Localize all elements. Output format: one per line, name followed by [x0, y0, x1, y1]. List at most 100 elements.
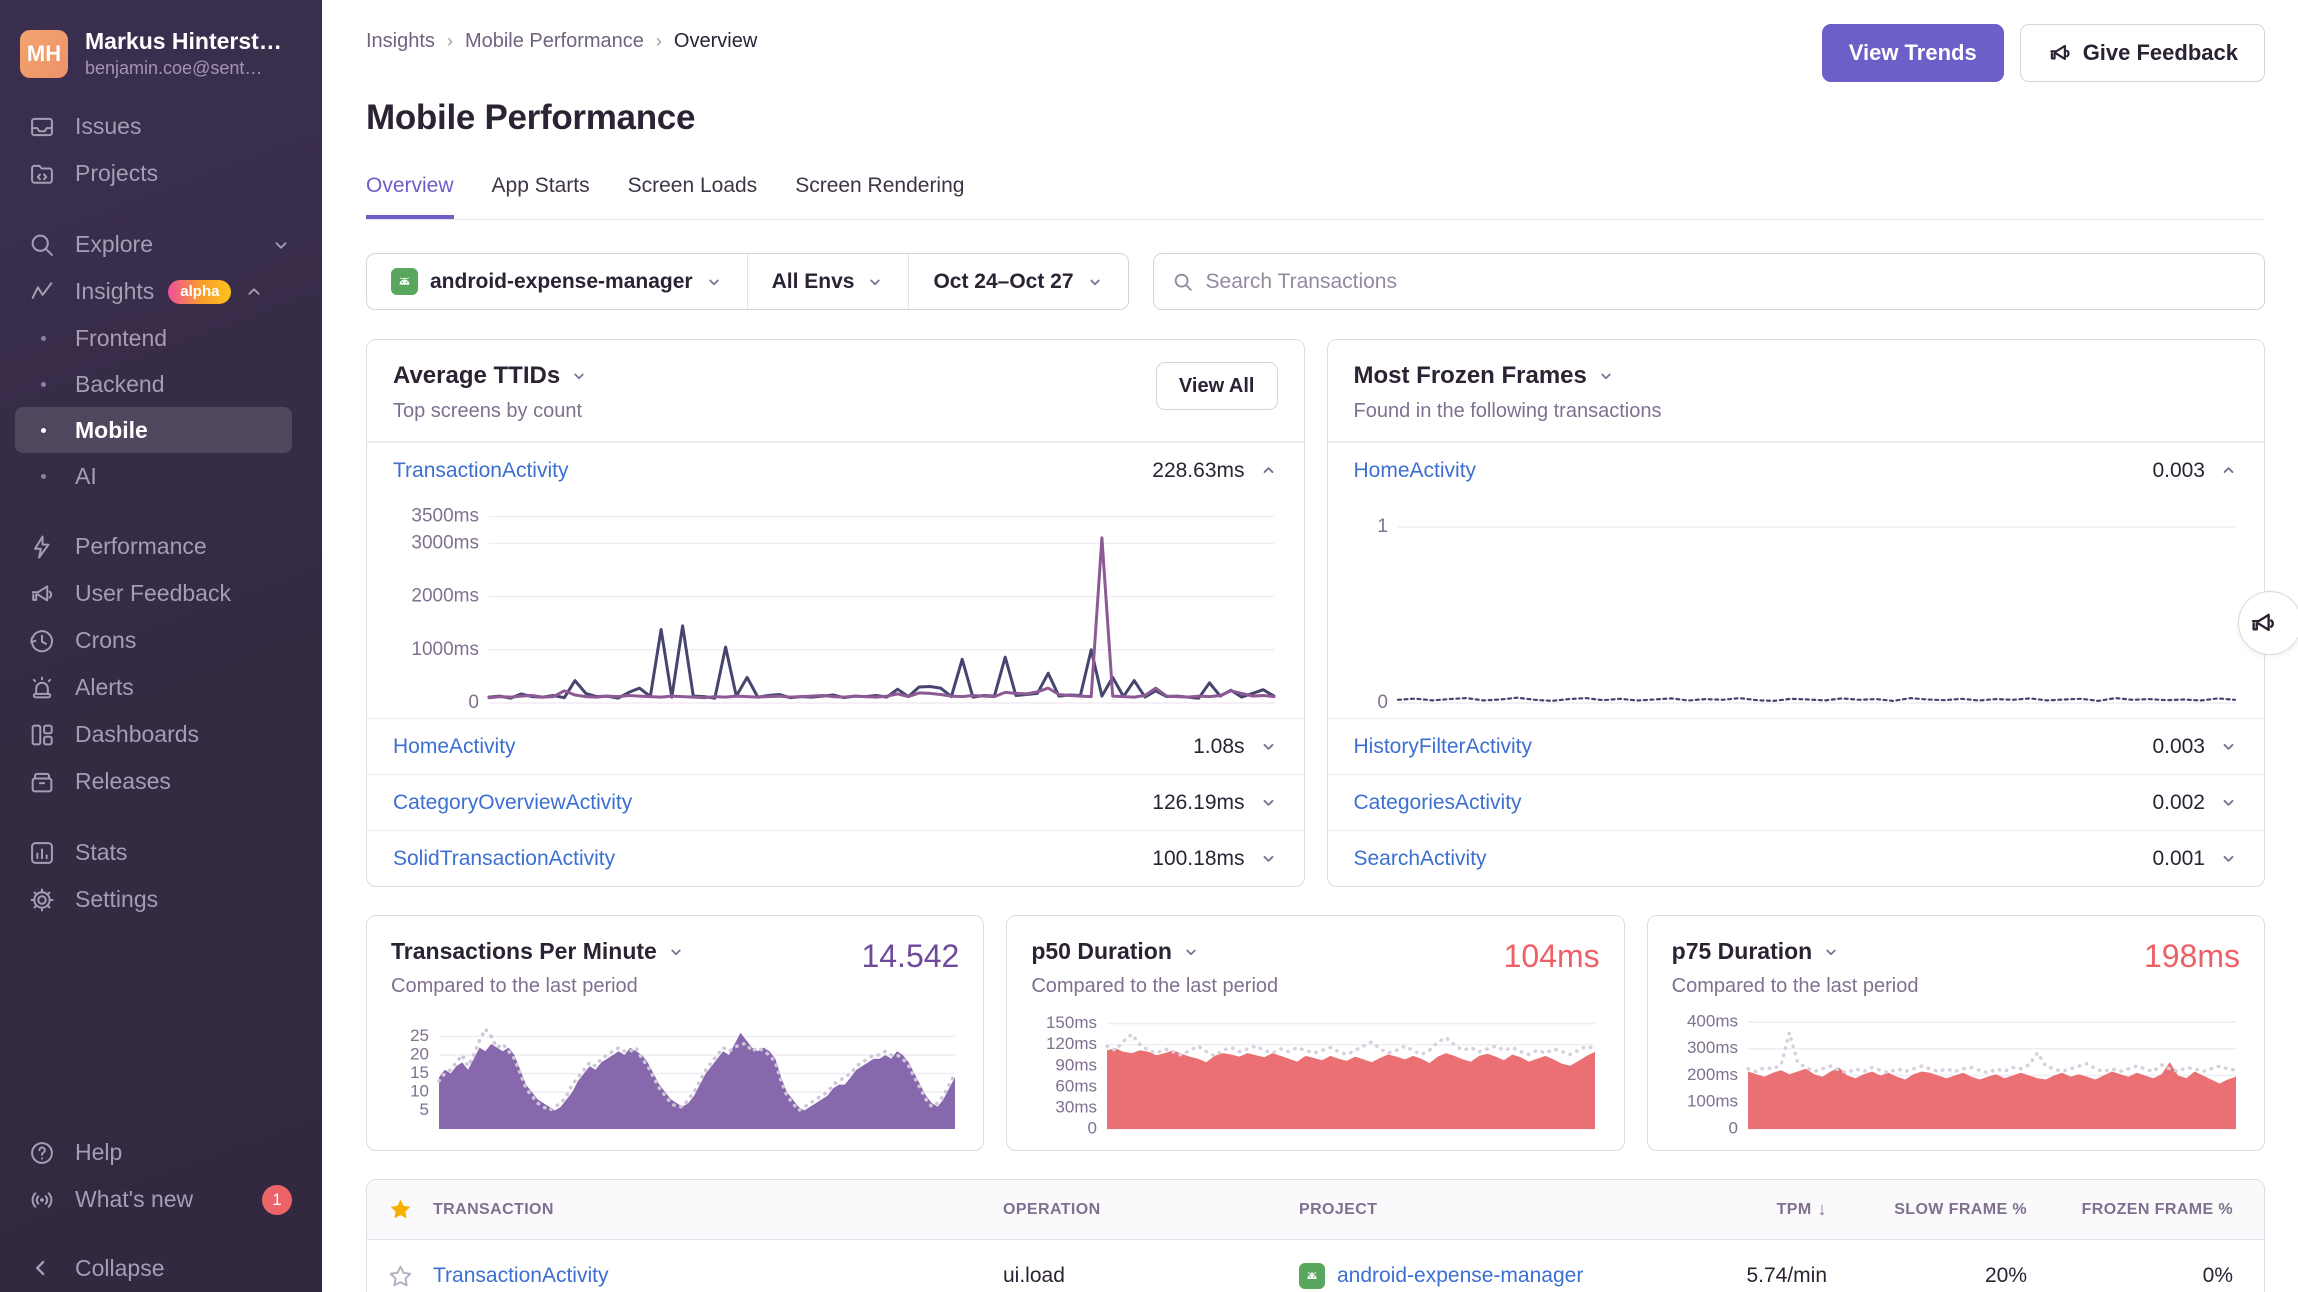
sidebar-item-insights[interactable]: Insights alpha	[0, 268, 322, 315]
sidebar-item-backend[interactable]: Backend	[0, 361, 322, 407]
sidebar-item-label: User Feedback	[75, 580, 231, 607]
metric-title-row[interactable]: p75 Duration	[1672, 938, 1919, 965]
transaction-link[interactable]: HomeActivity	[393, 735, 516, 759]
give-feedback-button[interactable]: Give Feedback	[2020, 24, 2265, 82]
insights-icon	[28, 278, 56, 306]
ttid-row[interactable]: CategoryOverviewActivity 126.19ms	[367, 774, 1304, 830]
floating-feedback-button[interactable]	[2238, 591, 2298, 655]
chevron-down-icon[interactable]	[2219, 849, 2238, 868]
transaction-search[interactable]	[1153, 253, 2265, 310]
sidebar-item-alerts[interactable]: Alerts	[0, 664, 322, 711]
column-header-operation[interactable]: OPERATION	[1003, 1201, 1299, 1219]
sidebar-item-ai[interactable]: AI	[0, 453, 322, 499]
chevron-down-icon	[866, 273, 884, 291]
sidebar-item-whats-new[interactable]: What's new 1	[0, 1176, 322, 1223]
sidebar-item-mobile[interactable]: Mobile	[15, 407, 292, 453]
frozen-row[interactable]: HistoryFilterActivity 0.003	[1328, 718, 2265, 774]
sidebar-item-crons[interactable]: Crons	[0, 617, 322, 664]
column-header-slow-frame[interactable]: SLOW FRAME %	[1855, 1201, 2055, 1219]
tab-app-starts[interactable]: App Starts	[492, 174, 590, 219]
svg-text:3000ms: 3000ms	[411, 532, 479, 553]
star-toggle[interactable]	[367, 1264, 433, 1289]
sidebar-item-issues[interactable]: Issues	[0, 103, 322, 150]
bullet-dot	[41, 382, 46, 387]
column-header-tpm[interactable]: TPM ↓	[1703, 1199, 1855, 1220]
environment-selector[interactable]: All Envs	[747, 254, 909, 309]
column-header-project[interactable]: PROJECT	[1299, 1201, 1703, 1219]
svg-text:0: 0	[1728, 1118, 1737, 1134]
svg-text:200ms: 200ms	[1687, 1065, 1738, 1084]
transaction-link[interactable]: SolidTransactionActivity	[393, 847, 615, 871]
transaction-link[interactable]: TransactionActivity	[433, 1264, 608, 1288]
row-value: 100.18ms	[1152, 847, 1244, 871]
user-name: Markus Hinterst…	[85, 28, 282, 55]
sidebar-item-stats[interactable]: Stats	[0, 829, 322, 876]
sidebar-item-user-feedback[interactable]: User Feedback	[0, 570, 322, 617]
date-range-selector[interactable]: Oct 24–Oct 27	[908, 254, 1127, 309]
sidebar-collapse-button[interactable]: Collapse	[0, 1245, 322, 1292]
view-trends-button[interactable]: View Trends	[1822, 24, 2004, 82]
sidebar-item-dashboards[interactable]: Dashboards	[0, 711, 322, 758]
star-outline-icon	[388, 1264, 413, 1289]
chevron-down-icon[interactable]	[1259, 849, 1278, 868]
column-header-transaction[interactable]: TRANSACTION	[433, 1201, 1003, 1219]
chevron-down-icon[interactable]	[1259, 737, 1278, 756]
breadcrumb-mobile-performance[interactable]: Mobile Performance	[465, 30, 644, 53]
transaction-link[interactable]: CategoriesActivity	[1354, 791, 1522, 815]
tab-screen-rendering[interactable]: Screen Rendering	[795, 174, 964, 219]
chevron-down-icon	[1822, 943, 1840, 961]
sidebar-item-explore[interactable]: Explore	[0, 221, 322, 268]
view-all-button[interactable]: View All	[1156, 362, 1278, 410]
transaction-link[interactable]: TransactionActivity	[393, 459, 568, 483]
svg-text:3500ms: 3500ms	[411, 506, 479, 527]
transaction-link[interactable]: CategoryOverviewActivity	[393, 791, 632, 815]
megaphone-icon	[2248, 608, 2278, 638]
project-link[interactable]: android-expense-manager	[1299, 1263, 1583, 1289]
user-menu[interactable]: MH Markus Hinterst… benjamin.coe@sent…	[0, 16, 322, 89]
card-title-row[interactable]: Average TTIDs	[393, 362, 588, 390]
card-title-row[interactable]: Most Frozen Frames	[1354, 362, 1662, 390]
breadcrumb-separator: ›	[447, 31, 453, 52]
transaction-link[interactable]: HomeActivity	[1354, 459, 1477, 483]
metric-title-row[interactable]: Transactions Per Minute	[391, 938, 685, 965]
ttid-row[interactable]: HomeActivity 1.08s	[367, 718, 1304, 774]
sidebar-item-performance[interactable]: Performance	[0, 523, 322, 570]
chevron-up-icon[interactable]	[1259, 461, 1278, 480]
svg-text:30ms: 30ms	[1056, 1097, 1098, 1116]
sidebar-item-label: Crons	[75, 627, 136, 654]
ttid-row[interactable]: SolidTransactionActivity 100.18ms	[367, 830, 1304, 886]
tab-screen-loads[interactable]: Screen Loads	[628, 174, 758, 219]
project-selector[interactable]: android-expense-manager	[367, 254, 747, 309]
metric-title-row[interactable]: p50 Duration	[1031, 938, 1278, 965]
starred-column-header[interactable]	[367, 1197, 433, 1222]
sidebar-item-frontend[interactable]: Frontend	[0, 315, 322, 361]
avatar: MH	[20, 30, 68, 78]
transaction-link[interactable]: SearchActivity	[1354, 847, 1487, 871]
alpha-badge: alpha	[168, 280, 231, 304]
sidebar-item-releases[interactable]: Releases	[0, 758, 322, 805]
sidebar-item-settings[interactable]: Settings	[0, 876, 322, 923]
breadcrumb-insights[interactable]: Insights	[366, 30, 435, 53]
megaphone-icon	[28, 580, 56, 608]
chevron-down-icon[interactable]	[1259, 793, 1278, 812]
chevron-down-icon[interactable]	[2219, 737, 2238, 756]
chevron-down-icon[interactable]	[2219, 793, 2238, 812]
tab-overview[interactable]: Overview	[366, 174, 454, 219]
svg-text:0: 0	[468, 692, 479, 708]
column-header-users[interactable]: USERS	[2261, 1201, 2265, 1219]
frozen-row-expanded[interactable]: HomeActivity 0.003	[1328, 442, 2265, 498]
svg-text:90ms: 90ms	[1056, 1055, 1098, 1074]
transaction-link[interactable]: HistoryFilterActivity	[1354, 735, 1533, 759]
chevron-up-icon[interactable]	[2219, 461, 2238, 480]
help-icon	[28, 1139, 56, 1167]
sidebar-item-projects[interactable]: Projects	[0, 150, 322, 197]
frozen-row[interactable]: SearchActivity 0.001	[1328, 830, 2265, 886]
most-frozen-frames-card: Most Frozen Frames Found in the followin…	[1327, 339, 2266, 887]
sidebar-item-label: Mobile	[75, 417, 148, 444]
frozen-row[interactable]: CategoriesActivity 0.002	[1328, 774, 2265, 830]
search-input[interactable]	[1206, 270, 2246, 294]
sidebar-item-help[interactable]: Help	[0, 1129, 322, 1176]
chevron-down-icon	[570, 367, 588, 385]
ttid-row-expanded[interactable]: TransactionActivity 228.63ms	[367, 442, 1304, 498]
column-header-frozen-frame[interactable]: FROZEN FRAME %	[2055, 1201, 2261, 1219]
